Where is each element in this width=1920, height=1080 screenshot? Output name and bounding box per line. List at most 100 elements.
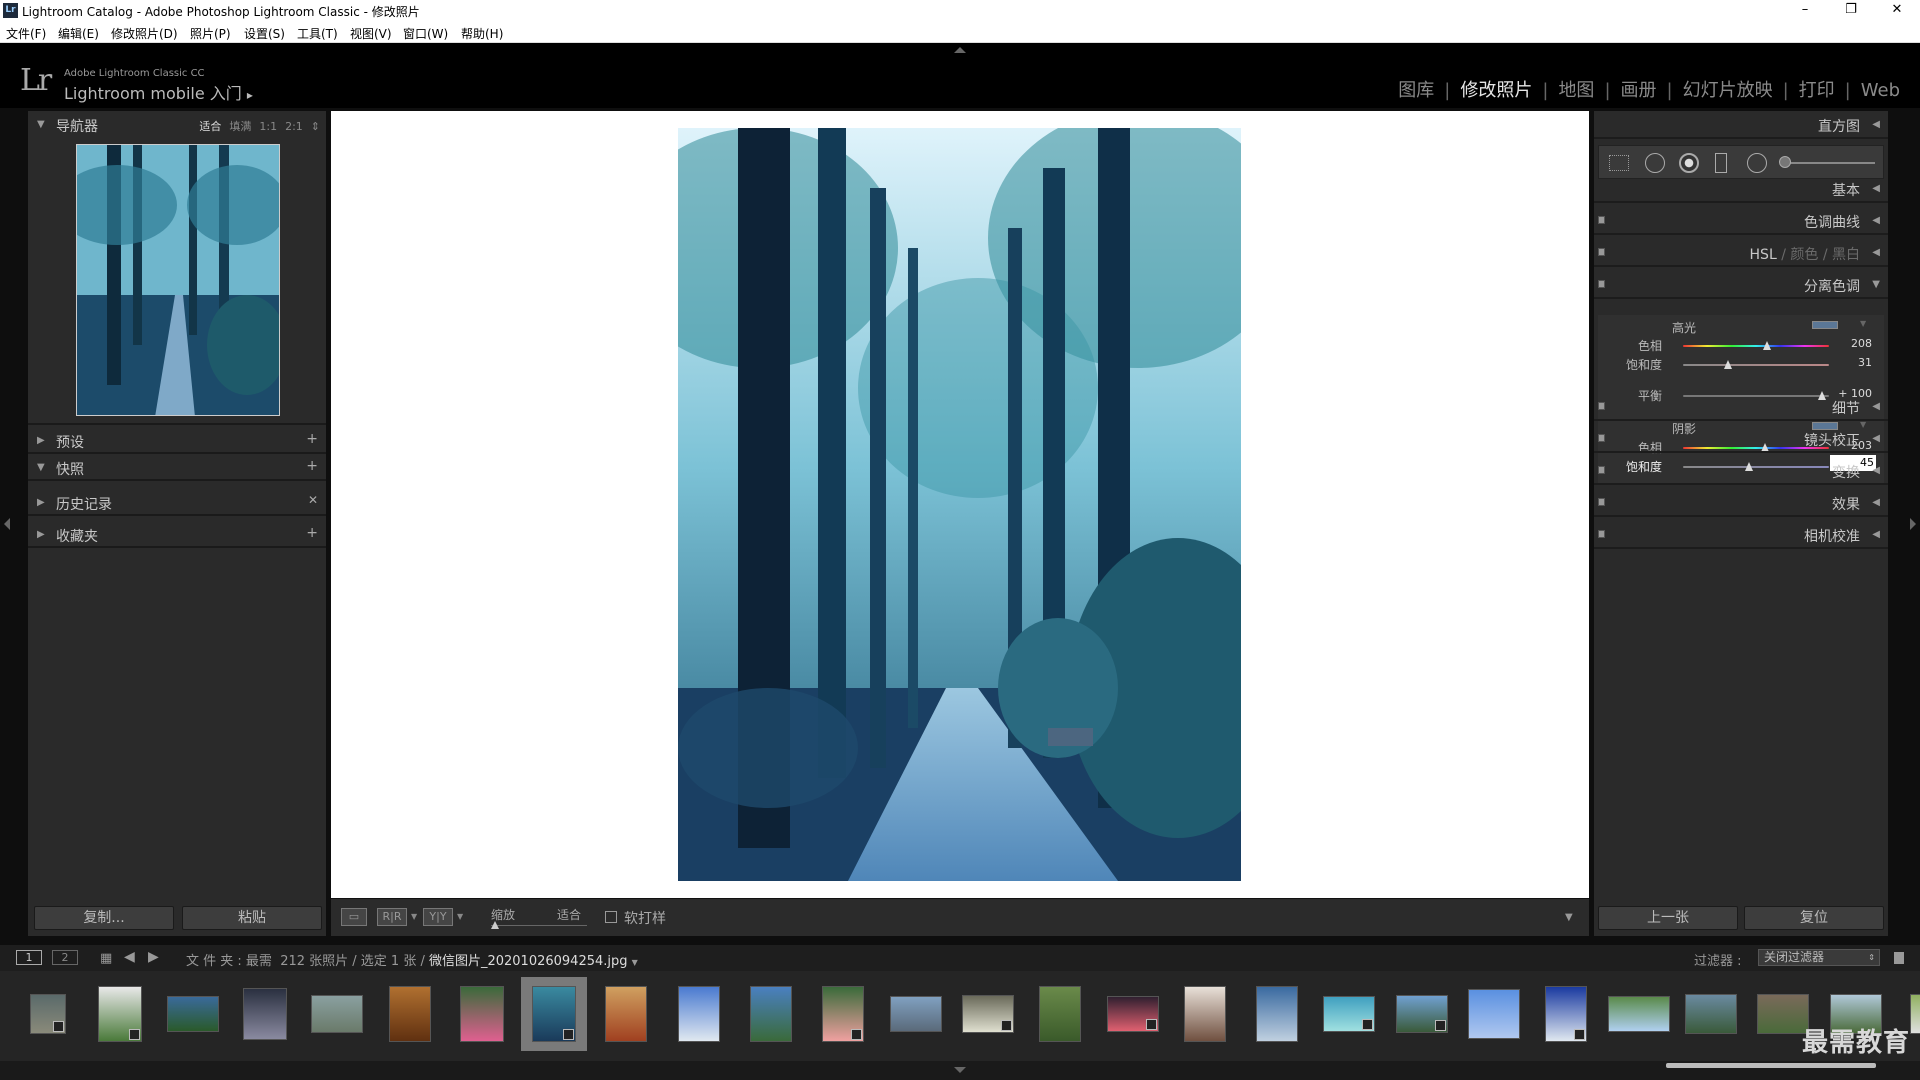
navigator-title[interactable]: 导航器	[56, 116, 98, 136]
highlights-hue-value[interactable]: 208	[1851, 337, 1872, 350]
history-panel[interactable]: ▶ 历史记录 ✕	[28, 489, 326, 516]
before-after-tb-icon[interactable]: Y|Y	[423, 908, 453, 926]
filmstrip-thumbnail[interactable]	[1678, 981, 1744, 1047]
module-book[interactable]: 画册	[1621, 80, 1657, 101]
zoom-1-1[interactable]: 1:1	[259, 120, 277, 133]
red-eye-icon[interactable]	[1679, 153, 1699, 173]
panel-toggle-switch[interactable]	[1598, 280, 1605, 288]
panel-toggle-switch[interactable]	[1598, 434, 1605, 442]
collections-panel[interactable]: ▶ 收藏夹 +	[28, 521, 326, 548]
reset-button[interactable]: 复位	[1744, 906, 1884, 930]
filter-dropdown[interactable]: 关闭过滤器 ⇕	[1758, 949, 1880, 966]
source-path[interactable]: 文 件 夹 : 最需 212 张照片 / 选定 1 张 / 微信图片_20201…	[186, 950, 638, 969]
filmstrip-thumbnail[interactable]	[160, 981, 226, 1047]
collapse-left-icon[interactable]	[4, 518, 10, 530]
back-arrow-icon[interactable]: ◀	[124, 949, 135, 965]
highlights-saturation-slider[interactable]	[1683, 360, 1829, 369]
collapse-bottom-icon[interactable]	[954, 1067, 966, 1073]
module-library[interactable]: 图库	[1398, 80, 1434, 101]
forward-arrow-icon[interactable]: ▶	[148, 949, 159, 965]
menu-file[interactable]: 文件(F)	[6, 25, 46, 42]
module-web[interactable]: Web	[1861, 80, 1900, 101]
graduated-filter-icon[interactable]	[1715, 153, 1727, 173]
filmstrip-thumbnail[interactable]	[666, 981, 732, 1047]
zoom-slider-knob[interactable]	[491, 921, 499, 929]
filmstrip-thumbnail[interactable]	[304, 981, 370, 1047]
zoom-fill[interactable]: 填满	[229, 120, 251, 133]
highlights-color-swatch[interactable]	[1812, 321, 1838, 329]
second-window-button[interactable]: 2	[52, 950, 78, 965]
filmstrip-thumbnail[interactable]	[593, 981, 659, 1047]
minimize-button[interactable]: –	[1782, 0, 1828, 22]
lens-header[interactable]: 镜头校正 ◀	[1594, 425, 1888, 453]
color-tab[interactable]: 颜色	[1790, 247, 1818, 263]
clear-history-icon[interactable]: ✕	[308, 493, 318, 507]
zoom-fit[interactable]: 适合	[199, 120, 221, 133]
add-collection-icon[interactable]: +	[306, 525, 318, 541]
filmstrip-scrollbar[interactable]	[0, 1061, 1920, 1080]
filmstrip-thumbnail[interactable]	[87, 981, 153, 1047]
slider-knob[interactable]	[1724, 360, 1733, 369]
basic-header[interactable]: 基本 ◀	[1594, 175, 1888, 203]
menu-develop[interactable]: 修改照片(D)	[111, 25, 178, 42]
effects-header[interactable]: 效果 ◀	[1594, 489, 1888, 517]
snapshots-panel[interactable]: ▼ 快照 +	[28, 454, 326, 481]
highlights-hue-slider[interactable]	[1683, 341, 1829, 350]
zoom-stepper-icon[interactable]: ⇕	[311, 120, 320, 133]
filmstrip-thumbnail[interactable]	[1172, 981, 1238, 1047]
add-snapshot-icon[interactable]: +	[306, 458, 318, 474]
highlights-sat-value[interactable]: 31	[1858, 356, 1872, 369]
split-toning-header[interactable]: 分离色调 ▼	[1594, 271, 1888, 299]
transform-header[interactable]: 变换 ◀	[1594, 457, 1888, 485]
hsl-header[interactable]: HSL / 颜色 / 黑白 ◀	[1594, 239, 1888, 267]
radial-filter-icon[interactable]	[1747, 153, 1767, 173]
toolbar-menu-icon[interactable]: ▼	[1565, 912, 1573, 923]
zoom-slider[interactable]	[491, 921, 587, 929]
filmstrip-thumbnail[interactable]	[1027, 981, 1093, 1047]
menu-edit[interactable]: 编辑(E)	[58, 25, 99, 42]
filmstrip-thumbnail[interactable]	[955, 981, 1021, 1047]
panel-toggle-switch[interactable]	[1598, 530, 1605, 538]
scroll-thumb[interactable]	[1666, 1063, 1876, 1068]
lightroom-mobile-link[interactable]: Lightroom mobile 入门 ▸	[64, 80, 253, 104]
hsl-tab[interactable]: HSL	[1750, 247, 1777, 263]
softproof-checkbox[interactable]	[605, 911, 617, 923]
filmstrip-thumbnail[interactable]	[232, 981, 298, 1047]
panel-toggle-switch[interactable]	[1598, 402, 1605, 410]
grid-view-icon[interactable]: ▦	[100, 951, 112, 966]
copy-button[interactable]: 复制...	[34, 906, 174, 930]
filmstrip-thumbnail[interactable]	[883, 981, 949, 1047]
adjustment-brush-icon[interactable]	[1779, 156, 1791, 168]
panel-toggle-switch[interactable]	[1598, 216, 1605, 224]
collapse-right-icon[interactable]	[1910, 518, 1916, 530]
menu-photo[interactable]: 照片(P)	[190, 25, 231, 42]
dropdown-arrow-icon[interactable]: ▼	[457, 912, 463, 921]
navigator-preview[interactable]	[76, 144, 280, 416]
filmstrip-thumbnail[interactable]	[377, 981, 443, 1047]
expand-down-icon[interactable]: ▼	[37, 119, 45, 130]
filmstrip-thumbnail[interactable]	[15, 981, 81, 1047]
crop-overlay-icon[interactable]	[1609, 155, 1629, 171]
maximize-button[interactable]: ❐	[1828, 0, 1874, 22]
panel-toggle-switch[interactable]	[1598, 466, 1605, 474]
before-after-lr-icon[interactable]: R|R	[377, 908, 407, 926]
filmstrip-thumbnail[interactable]	[810, 981, 876, 1047]
menu-window[interactable]: 窗口(W)	[403, 25, 448, 42]
filmstrip-thumbnail[interactable]	[1389, 981, 1455, 1047]
filmstrip-thumbnail[interactable]	[1244, 981, 1310, 1047]
bw-tab[interactable]: 黑白	[1832, 247, 1860, 263]
calibration-header[interactable]: 相机校准 ◀	[1594, 521, 1888, 549]
filmstrip-thumbnail[interactable]	[1606, 981, 1672, 1047]
main-window-button[interactable]: 1	[16, 950, 42, 965]
panel-toggle-switch[interactable]	[1598, 498, 1605, 506]
presets-panel[interactable]: ▶ 预设 +	[28, 427, 326, 454]
filmstrip-thumbnail[interactable]	[1461, 981, 1527, 1047]
filmstrip-thumbnail[interactable]	[738, 981, 804, 1047]
filmstrip-thumbnail[interactable]	[449, 981, 515, 1047]
dropdown-arrow-icon[interactable]: ▼	[411, 912, 417, 921]
previous-button[interactable]: 上一张	[1598, 906, 1738, 930]
menu-help[interactable]: 帮助(H)	[461, 25, 503, 42]
filmstrip-thumbnail[interactable]	[521, 977, 588, 1051]
close-button[interactable]: ✕	[1874, 0, 1920, 22]
paste-button[interactable]: 粘贴	[182, 906, 322, 930]
